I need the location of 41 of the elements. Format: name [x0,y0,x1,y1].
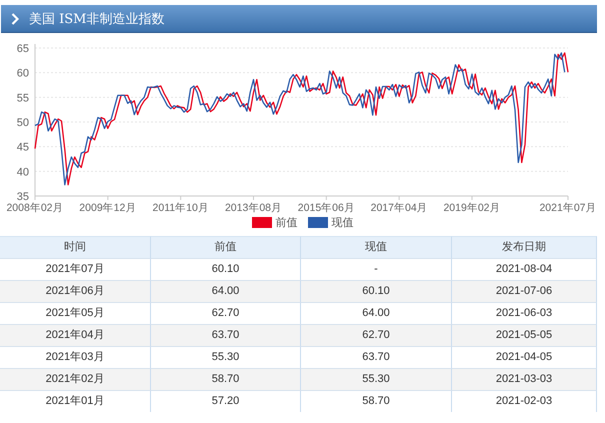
panel-title: 美国 ISM非制造业指数 [29,10,164,28]
column-header: 现值 [301,236,452,258]
axis-label: 2013年08月 [224,202,282,213]
table-cell: 2021-03-03 [452,368,597,390]
column-header: 时间 [0,236,151,258]
axis-label: 65 [16,43,29,55]
table-cell: 55.30 [301,368,452,390]
table-cell: 58.70 [151,368,301,390]
table-cell: 2021年04月 [0,324,151,346]
legend-swatch [252,216,272,228]
axis-label: 2008年02月 [6,202,64,213]
axis-label: 50 [16,117,29,129]
table-cell: 2021年06月 [0,280,151,302]
axis-label: 2017年04月 [370,202,428,213]
table-cell: 63.70 [151,324,301,346]
axis-label: 2019年02月 [443,202,501,213]
axis-label: 2015年06月 [298,202,355,213]
legend-swatch [308,216,328,228]
column-header: 前值 [151,236,301,258]
axis-label: 2011年10月 [152,202,209,213]
table-cell: 57.20 [151,390,301,412]
table-cell: 60.10 [301,280,452,302]
table-cell: 2021年02月 [0,368,151,390]
table-cell: 2021-02-03 [452,390,597,412]
table-cell: 64.00 [151,280,301,302]
axis-label: 2021年07月 [539,202,597,213]
table-cell: 58.70 [301,390,452,412]
axis-label: 55 [16,92,29,104]
axis-label: 45 [16,142,29,154]
table-cell: 62.70 [301,324,452,346]
axis-label: 40 [16,166,29,178]
legend-label: 现值 [332,216,354,230]
legend-label: 前值 [276,216,298,230]
chevron-icon [11,12,19,24]
table-cell: 2021年01月 [0,390,151,412]
axis-label: 60 [16,68,29,80]
axis-label: 2009年12月 [79,202,136,213]
column-header: 发布日期 [452,236,597,258]
axis-label: 35 [16,191,29,203]
table-cell: 2021-05-05 [452,324,597,346]
table-cell: 2021-07-06 [452,280,597,302]
